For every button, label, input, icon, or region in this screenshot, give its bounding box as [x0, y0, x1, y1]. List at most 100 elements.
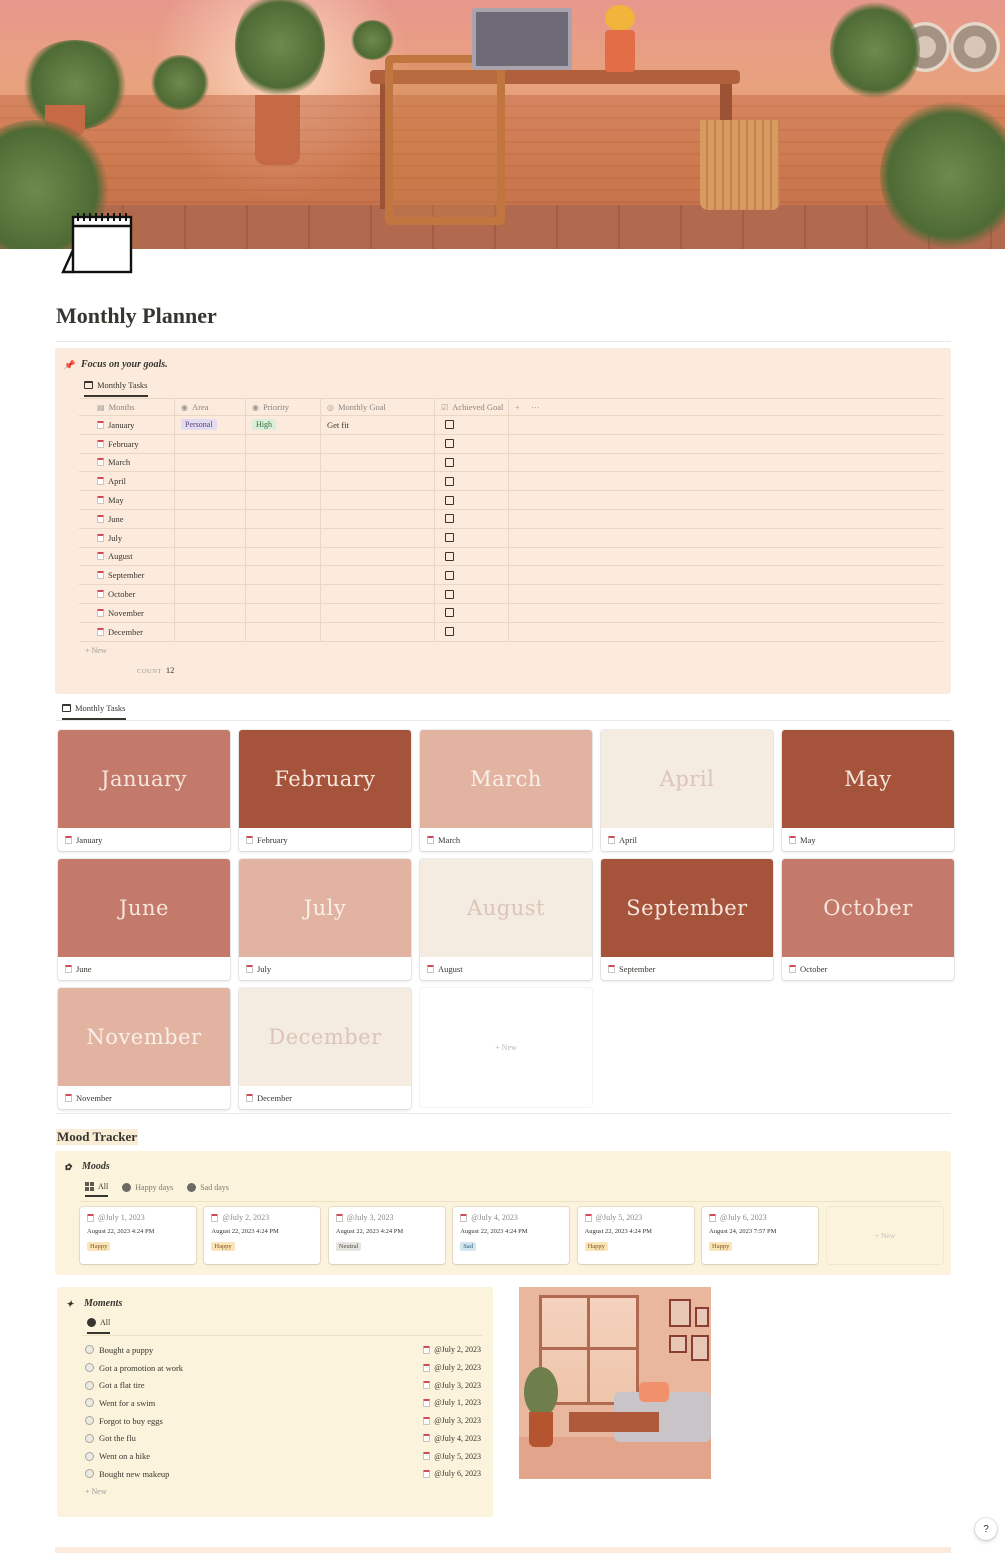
new-mood-button[interactable]: + New	[827, 1207, 943, 1264]
priority-cell[interactable]	[246, 434, 321, 453]
goal-cell[interactable]	[321, 491, 435, 509]
list-item[interactable]: Bought new makeup @July 6, 2023	[85, 1465, 481, 1483]
column-header-months[interactable]: ▤ Months	[79, 399, 175, 415]
achieved-checkbox[interactable]	[445, 627, 454, 637]
mood-card[interactable]: @July 1, 2023 August 22, 2023 4:24 PM Happ…	[80, 1207, 196, 1264]
moment-title[interactable]: Got a flat tire	[99, 1380, 145, 1390]
area-cell[interactable]: Personal	[175, 416, 246, 434]
area-cell[interactable]	[175, 491, 246, 509]
tab-sad-days[interactable]: Sad days	[187, 1182, 229, 1197]
tab-monthly-tasks-table[interactable]: Monthly Tasks	[84, 380, 148, 397]
tab-all[interactable]: All	[85, 1182, 109, 1197]
priority-cell[interactable]	[246, 528, 321, 547]
moment-date[interactable]: @July 2, 2023	[423, 1345, 481, 1354]
moment-title[interactable]: Bought a puppy	[99, 1345, 153, 1355]
moment-title[interactable]: Forgot to buy eggs	[99, 1416, 163, 1426]
list-item[interactable]: Went on a hike @July 5, 2023	[85, 1447, 481, 1465]
table-row[interactable]: February	[79, 434, 943, 454]
area-cell[interactable]	[175, 547, 246, 566]
achieved-checkbox[interactable]	[445, 495, 454, 505]
priority-cell[interactable]	[246, 453, 321, 472]
table-row[interactable]: April	[79, 472, 943, 492]
month-cell[interactable]: February	[79, 434, 175, 453]
tab-all-moments[interactable]: All	[87, 1318, 111, 1334]
column-header-monthly-goal[interactable]: ◎ Monthly Goal	[321, 399, 435, 415]
goal-cell[interactable]	[321, 434, 435, 453]
moment-title[interactable]: Got the flu	[99, 1433, 136, 1443]
priority-cell[interactable]	[246, 566, 321, 585]
month-cell[interactable]: May	[79, 491, 175, 509]
goal-cell[interactable]	[321, 566, 435, 585]
moment-date[interactable]: @July 1, 2023	[423, 1398, 481, 1407]
add-column-icon[interactable]: +	[515, 403, 520, 412]
moment-title[interactable]: Went for a swim	[99, 1398, 155, 1408]
list-item[interactable]: Got the flu @July 4, 2023	[85, 1430, 481, 1448]
calendar-page-icon[interactable]	[60, 210, 138, 278]
mood-card[interactable]: @July 4, 2023 August 22, 2023 4:24 PM Sad	[453, 1207, 570, 1264]
list-item[interactable]: Got a promotion at work @July 2, 2023	[85, 1359, 481, 1377]
mood-card[interactable]: @July 6, 2023 August 24, 2023 7:57 PM Happ…	[702, 1207, 818, 1264]
list-item[interactable]: Bought a puppy @July 2, 2023	[85, 1341, 481, 1359]
new-row-button[interactable]: + New	[85, 646, 107, 655]
help-button[interactable]: ?	[975, 1518, 997, 1540]
achieved-checkbox[interactable]	[445, 533, 454, 543]
month-name[interactable]: December	[108, 627, 143, 637]
month-name[interactable]: August	[108, 551, 133, 561]
achieved-checkbox[interactable]	[445, 457, 454, 467]
achieved-checkbox[interactable]	[445, 514, 454, 524]
mood-card[interactable]: @July 2, 2023 August 22, 2023 4:24 PM Happ…	[204, 1207, 321, 1264]
goal-cell[interactable]	[321, 528, 435, 547]
list-item[interactable]: Got a flat tire @July 3, 2023	[85, 1376, 481, 1394]
moment-date[interactable]: @July 6, 2023	[423, 1469, 481, 1478]
new-card-button[interactable]: + New	[420, 988, 592, 1107]
priority-cell[interactable]	[246, 547, 321, 566]
month-name[interactable]: June	[108, 514, 124, 524]
mood-card[interactable]: @July 3, 2023 August 22, 2023 4:24 PM Neut…	[328, 1207, 445, 1264]
month-cell[interactable]: November	[79, 603, 175, 622]
moment-date[interactable]: @July 4, 2023	[423, 1434, 481, 1443]
mood-card[interactable]: @July 5, 2023 August 22, 2023 4:24 PM Happ…	[577, 1207, 694, 1264]
month-card[interactable]: November November	[58, 988, 230, 1109]
achieved-checkbox[interactable]	[445, 608, 454, 618]
goal-cell[interactable]	[321, 603, 435, 622]
month-name[interactable]: April	[108, 476, 126, 486]
priority-cell[interactable]	[246, 622, 321, 641]
goal-cell[interactable]	[321, 547, 435, 566]
month-card[interactable]: December December	[239, 988, 411, 1109]
goal-cell[interactable]	[321, 453, 435, 472]
moment-title[interactable]: Bought new makeup	[99, 1469, 169, 1479]
month-name[interactable]: September	[108, 570, 144, 580]
achieved-checkbox[interactable]	[445, 420, 454, 430]
area-cell[interactable]	[175, 603, 246, 622]
area-cell[interactable]	[175, 509, 246, 528]
achieved-checkbox[interactable]	[445, 476, 454, 486]
goal-text[interactable]: Get fit	[327, 420, 349, 430]
priority-cell[interactable]	[246, 603, 321, 622]
list-item[interactable]: Forgot to buy eggs @July 3, 2023	[85, 1412, 481, 1430]
table-row[interactable]: July	[79, 528, 943, 548]
area-cell[interactable]	[175, 585, 246, 603]
table-row[interactable]: June	[79, 509, 943, 529]
priority-cell[interactable]	[246, 491, 321, 509]
priority-cell[interactable]: High	[246, 416, 321, 434]
moment-title[interactable]: Got a promotion at work	[99, 1363, 183, 1373]
moment-date[interactable]: @July 3, 2023	[423, 1416, 481, 1425]
area-cell[interactable]	[175, 528, 246, 547]
month-card[interactable]: January January	[58, 730, 230, 851]
month-card[interactable]: July July	[239, 859, 411, 980]
list-item[interactable]: Went for a swim @July 1, 2023	[85, 1394, 481, 1412]
area-tag[interactable]: Personal	[181, 419, 217, 431]
more-options-icon[interactable]: ⋯	[532, 403, 540, 412]
column-header-area[interactable]: ◉ Area	[175, 399, 246, 415]
table-row[interactable]: September	[79, 566, 943, 586]
table-row[interactable]: May	[79, 491, 943, 510]
area-cell[interactable]	[175, 622, 246, 641]
month-name[interactable]: January	[108, 420, 134, 430]
table-row[interactable]: November	[79, 603, 943, 623]
month-card[interactable]: September September	[601, 859, 773, 980]
moment-title[interactable]: Went on a hike	[99, 1451, 150, 1461]
area-cell[interactable]	[175, 566, 246, 585]
goal-cell[interactable]	[321, 622, 435, 641]
area-cell[interactable]	[175, 472, 246, 491]
moment-date[interactable]: @July 3, 2023	[423, 1381, 481, 1390]
